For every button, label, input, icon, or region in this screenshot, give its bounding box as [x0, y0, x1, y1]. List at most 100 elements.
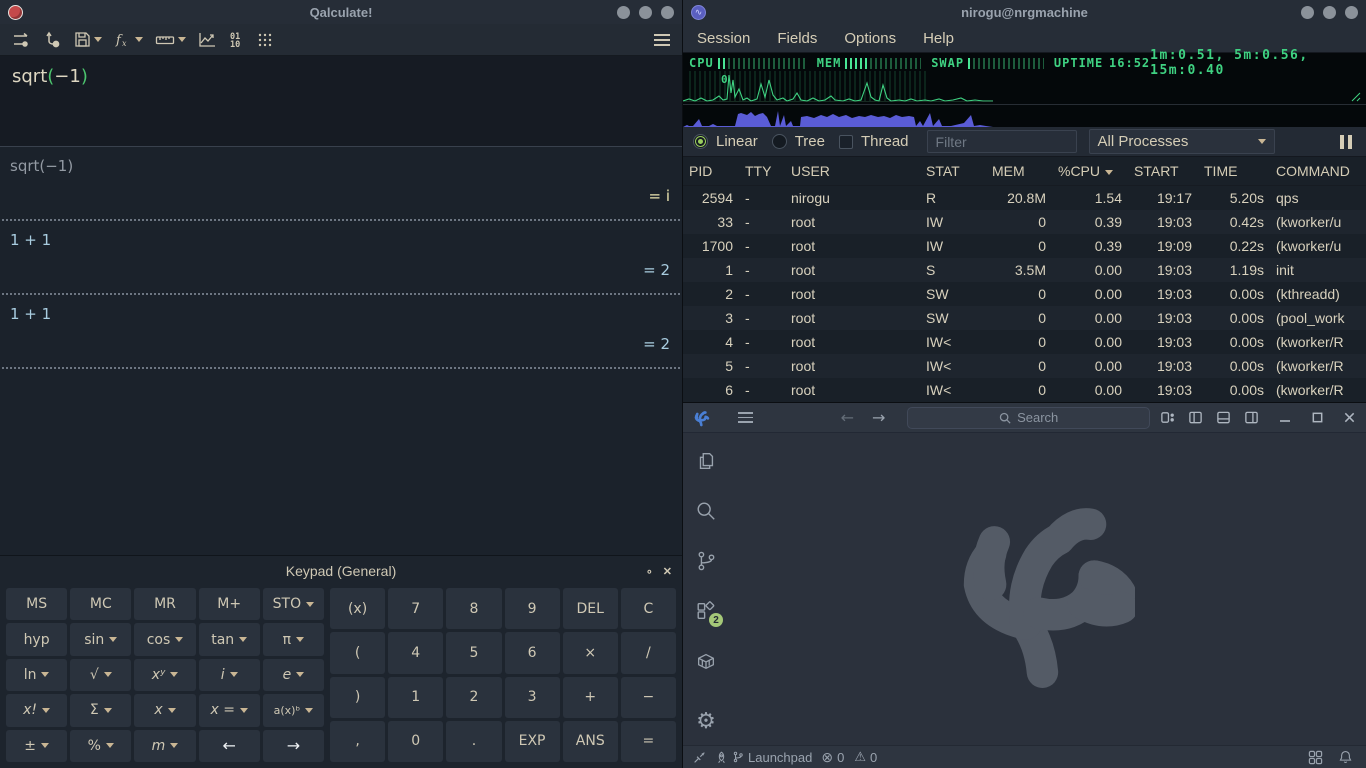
window-control-dot[interactable] [639, 6, 652, 19]
save-menu-arrow[interactable] [94, 37, 102, 42]
notifications-bell-icon[interactable] [1339, 750, 1352, 764]
mode-toggle-icon[interactable] [8, 28, 36, 52]
pause-button[interactable] [1336, 131, 1356, 153]
keypad-button-/[interactable]: / [621, 632, 676, 673]
column-header-mem[interactable]: MEM [986, 163, 1052, 179]
number-bases-icon[interactable]: 01 10 [225, 28, 249, 52]
bottom-panel-icon[interactable] [1216, 410, 1231, 425]
keypad-button-1[interactable]: 1 [388, 677, 443, 718]
keypad-button-7[interactable]: 7 [388, 588, 443, 629]
container-icon[interactable] [694, 649, 718, 673]
history-expression[interactable]: 1 + 1 [0, 301, 682, 327]
linear-radio[interactable] [693, 134, 708, 149]
keypad-toggle-icon[interactable] [253, 29, 277, 51]
history-result[interactable]: = i [0, 179, 682, 215]
keypad-button-STO[interactable]: STO [263, 588, 324, 620]
table-row[interactable]: 5-rootIW<00.0019:030.00s(kworker/R [683, 354, 1366, 378]
menu-item-fields[interactable]: Fields [777, 30, 817, 47]
project-status[interactable]: Launchpad [715, 750, 812, 765]
keypad-button-sin[interactable]: sin [70, 623, 131, 655]
keypad-button-%[interactable]: % [70, 730, 131, 762]
functions-menu-arrow[interactable] [135, 37, 143, 42]
keypad-button-±[interactable]: ± [6, 730, 67, 762]
history-result[interactable]: = 2 [0, 327, 682, 363]
keypad-button-xʸ[interactable]: xʸ [134, 659, 195, 691]
window-control-dot[interactable] [1323, 6, 1336, 19]
units-button[interactable] [151, 29, 190, 51]
plot-icon[interactable] [194, 28, 221, 51]
keypad-button-=[interactable]: = [621, 721, 676, 762]
left-panel-icon[interactable] [1188, 410, 1203, 425]
right-panel-icon[interactable] [1244, 410, 1259, 425]
qps-titlebar[interactable]: ∿ nirogu@nrgmachine [683, 0, 1366, 24]
column-header-tty[interactable]: TTY [739, 163, 785, 179]
units-menu-arrow[interactable] [178, 37, 186, 42]
table-row[interactable]: 6-rootIW<00.0019:030.00s(kworker/R [683, 378, 1366, 402]
keypad-button-√[interactable]: √ [70, 659, 131, 691]
keypad-button-,[interactable]: , [330, 721, 385, 762]
keypad-button-5[interactable]: 5 [446, 632, 501, 673]
keypad-button-tan[interactable]: tan [199, 623, 260, 655]
save-button[interactable] [70, 28, 106, 51]
table-row[interactable]: 33-rootIW00.3919:030.42s(kworker/u [683, 210, 1366, 234]
keypad-detach-icon[interactable]: ∘ [646, 565, 653, 578]
menu-item-options[interactable]: Options [844, 30, 896, 47]
keypad-button-x[interactable]: x [134, 694, 195, 726]
menu-item-session[interactable]: Session [697, 30, 750, 47]
table-row[interactable]: 4-rootIW<00.0019:030.00s(kworker/R [683, 330, 1366, 354]
disconnected-icon[interactable] [693, 751, 706, 764]
keypad-button-.[interactable]: . [446, 721, 501, 762]
column-header-time[interactable]: TIME [1198, 163, 1270, 179]
history-entry[interactable]: sqrt(−1)= i [0, 147, 682, 219]
process-filter-dropdown[interactable]: All Processes [1089, 129, 1275, 154]
column-header-start[interactable]: START [1128, 163, 1198, 179]
navigate-back-button[interactable]: ← [837, 408, 858, 427]
keypad-button-MR[interactable]: MR [134, 588, 195, 620]
convert-icon[interactable] [40, 28, 66, 52]
keypad-button-8[interactable]: 8 [446, 588, 501, 629]
close-button[interactable] [1343, 411, 1356, 424]
column-header-stat[interactable]: STAT [920, 163, 986, 179]
editor-logo-icon[interactable] [693, 409, 710, 427]
keypad-button-cos[interactable]: cos [134, 623, 195, 655]
search-panel-icon[interactable] [694, 499, 718, 523]
copilot-grid-icon[interactable] [1308, 750, 1323, 765]
keypad-button-π[interactable]: π [263, 623, 324, 655]
keypad-button-(x)[interactable]: (x) [330, 588, 385, 629]
keypad-button-a(x)ᵇ[interactable]: a(x)ᵇ [263, 694, 324, 726]
keypad-button-×[interactable]: × [563, 632, 618, 673]
menu-item-help[interactable]: Help [923, 30, 954, 47]
keypad-button-→[interactable]: → [263, 730, 324, 762]
extensions-icon[interactable]: 2 [694, 599, 718, 623]
history-entry[interactable]: 1 + 1= 2 [0, 295, 682, 367]
history-result[interactable]: = 2 [0, 253, 682, 289]
settings-gear-icon[interactable]: ⚙ [694, 709, 718, 733]
qalculate-titlebar[interactable]: Qalculate! [0, 0, 682, 24]
window-control-dot[interactable] [1345, 6, 1358, 19]
table-row[interactable]: 1-rootS3.5M0.0019:031.19sinit [683, 258, 1366, 282]
table-row[interactable]: 2-rootSW00.0019:030.00s(kthreadd) [683, 282, 1366, 306]
maximize-button[interactable] [1311, 411, 1324, 424]
keypad-button-m[interactable]: m [134, 730, 195, 762]
keypad-button-EXP[interactable]: EXP [505, 721, 560, 762]
keypad-button-e[interactable]: e [263, 659, 324, 691]
history-expression[interactable]: sqrt(−1) [0, 153, 682, 179]
keypad-close-icon[interactable]: ✕ [663, 565, 672, 578]
editor-search-box[interactable]: Search [907, 407, 1150, 429]
project-files-icon[interactable] [694, 449, 718, 473]
keypad-button-6[interactable]: 6 [505, 632, 560, 673]
keypad-button-−[interactable]: − [621, 677, 676, 718]
editor-menu-button[interactable] [734, 408, 757, 427]
keypad-button-([interactable]: ( [330, 632, 385, 673]
filter-input[interactable]: Filter [927, 130, 1077, 153]
column-header-cpu[interactable]: %CPU [1052, 163, 1128, 179]
keypad-button-ANS[interactable]: ANS [563, 721, 618, 762]
history-entry[interactable]: 1 + 1= 2 [0, 221, 682, 293]
tree-radio[interactable] [772, 134, 787, 149]
window-control-dot[interactable] [1301, 6, 1314, 19]
window-control-dot[interactable] [661, 6, 674, 19]
keypad-button-2[interactable]: 2 [446, 677, 501, 718]
keypad-button-Σ[interactable]: Σ [70, 694, 131, 726]
keypad-button-MS[interactable]: MS [6, 588, 67, 620]
table-row[interactable]: 3-rootSW00.0019:030.00s(pool_work [683, 306, 1366, 330]
